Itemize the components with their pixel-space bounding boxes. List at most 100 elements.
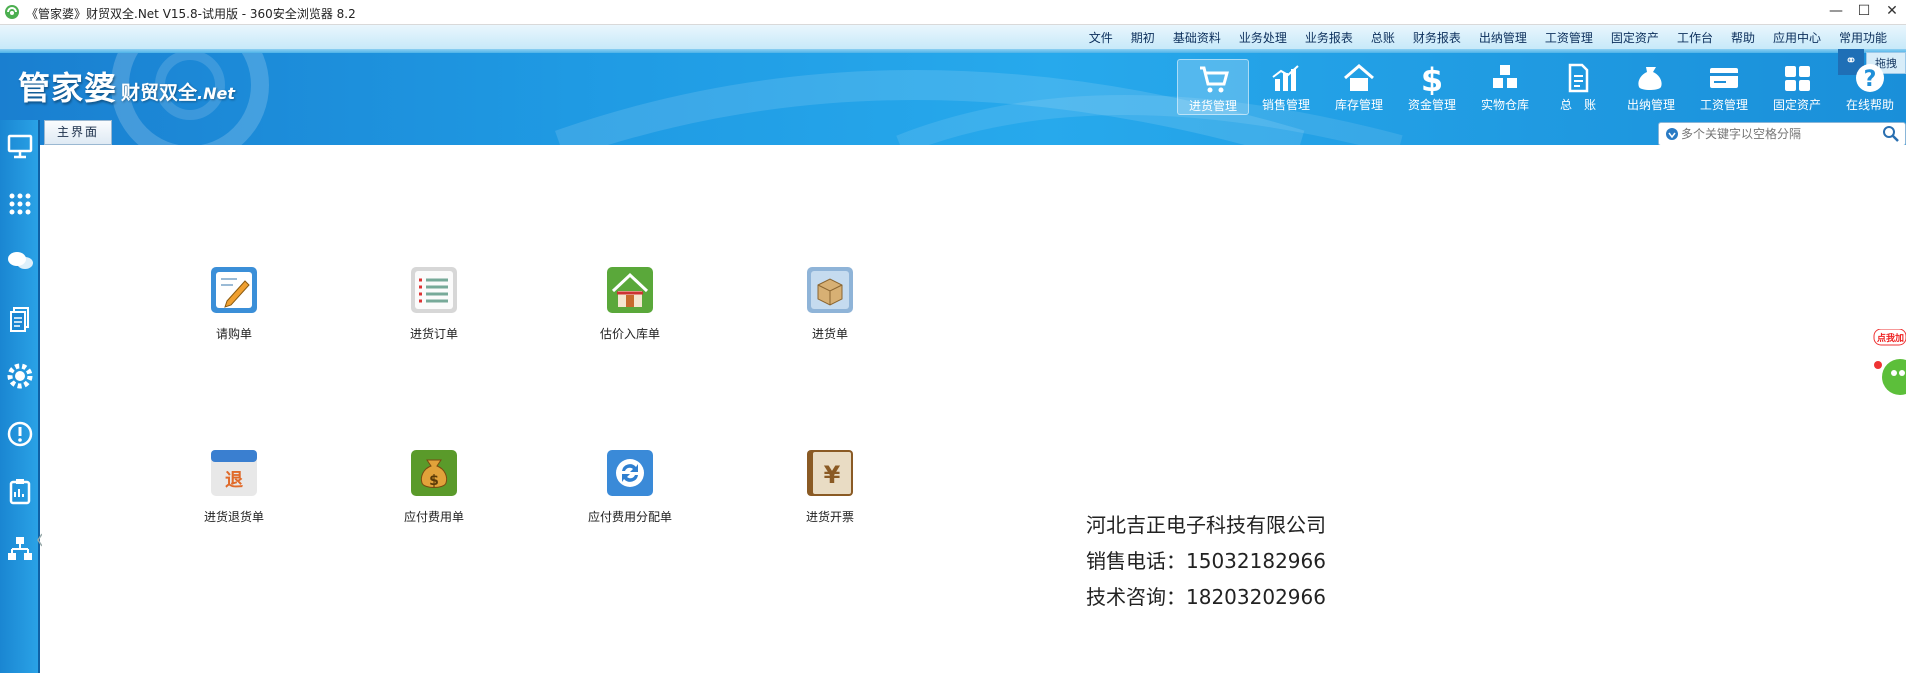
ledger-icon: [1568, 63, 1589, 93]
toolbar-button-label: 库存管理: [1334, 98, 1383, 112]
toolbar-button[interactable]: 固定资产: [1761, 59, 1833, 115]
brand-net: .Net: [197, 84, 235, 103]
app-header: 文件 期初 基础资料 业务处理 业务报表 总账 财务报表 出纳管理 工资管理 固定资产 工作台 帮助应…: [0, 25, 1906, 145]
function-tile[interactable]: 进货订单: [354, 265, 514, 342]
search-scope-icon[interactable]: [1665, 127, 1679, 141]
menu-item[interactable]: 常用功能: [1830, 29, 1896, 46]
toolbar-button[interactable]: 实物仓库: [1469, 59, 1541, 115]
money-bag-icon: [1638, 67, 1662, 90]
function-tile-label: 估价入库单: [599, 327, 660, 341]
cart-icon: [1200, 66, 1229, 93]
function-tile-label: 进货退货单: [203, 510, 264, 524]
chat-icon[interactable]: [4, 245, 36, 277]
svg-text:?: ?: [1864, 67, 1877, 92]
toolbar-button[interactable]: 销售管理: [1250, 59, 1322, 115]
support-phone: 技术咨询：18203202966: [1086, 585, 1326, 609]
function-tile[interactable]: 进货单: [750, 265, 910, 342]
svg-text:$: $: [1421, 61, 1443, 95]
clipboard-icon[interactable]: [4, 475, 36, 507]
menu-item[interactable]: 应用中心: [1764, 29, 1830, 46]
menu-item[interactable]: 固定资产: [1602, 29, 1668, 46]
menu-item[interactable]: 出纳管理: [1470, 29, 1536, 46]
apps-grid-icon[interactable]: [4, 188, 36, 220]
function-tile-label: 进货订单: [409, 327, 458, 341]
payable-bag-icon: $: [411, 450, 457, 496]
function-tile[interactable]: 退进货退货单: [154, 448, 314, 525]
menu-item[interactable]: 财务报表: [1404, 29, 1470, 46]
brand-logo: 管家婆 财贸双全.Net: [18, 63, 235, 109]
toolbar-button[interactable]: 进货管理: [1177, 59, 1249, 115]
function-tile[interactable]: 请购单: [154, 265, 314, 342]
menu-item[interactable]: 期初: [1122, 29, 1164, 46]
svg-text:退: 退: [225, 470, 243, 491]
function-tile[interactable]: ¥ 进货开票: [750, 448, 910, 525]
grid-icon: [1785, 66, 1810, 91]
toolbar-button-label: 固定资产: [1772, 98, 1821, 112]
sales-phone: 销售电话：15032182966: [1086, 549, 1326, 573]
warehouse-entry-icon: [607, 267, 653, 313]
maximize-button[interactable]: ☐: [1850, 0, 1878, 24]
title-bar: 《管家婆》财贸双全.Net V15.8-试用版 - 360安全浏览器 8.2 —…: [0, 0, 1906, 25]
search-input[interactable]: [1681, 125, 1871, 143]
documents-icon[interactable]: [4, 303, 36, 335]
main-content: 请购单 进货订单 估价入库单 进货单退进货退货单 $ 应付费用单 应付费用分配单 ¥ 进货开票: [42, 145, 1906, 673]
function-tile-label: 应付费用分配单: [587, 510, 672, 524]
allocation-refresh-icon: [607, 450, 653, 496]
toolbar-button[interactable]: 库存管理: [1323, 59, 1395, 115]
tab-main[interactable]: 主界面: [44, 120, 112, 145]
company-name: 河北吉正电子科技有限公司: [1086, 513, 1326, 537]
toolbar-button[interactable]: $ 资金管理: [1396, 59, 1468, 115]
return-icon: 退: [211, 450, 257, 496]
function-tile[interactable]: $ 应付费用单: [354, 448, 514, 525]
goods-box-icon: [807, 267, 853, 313]
toolbar-button-label: 实物仓库: [1480, 98, 1529, 112]
module-toolbar: 进货管理 销售管理 库存管理 $ 资金管理 实物仓库 总 账 出纳管理 工资管理 固定资产? 在线帮…: [1176, 59, 1906, 115]
menu-separator: [0, 49, 1906, 53]
toolbar-button[interactable]: ? 在线帮助: [1834, 59, 1906, 115]
toolbar-button[interactable]: 总 账: [1542, 59, 1614, 115]
network-icon[interactable]: [4, 533, 36, 565]
bar-chart-icon: [1272, 65, 1299, 91]
menu-item[interactable]: 总账: [1362, 29, 1404, 46]
request-form-icon: [211, 267, 257, 313]
close-button[interactable]: ✕: [1878, 0, 1906, 24]
dollar-icon: $: [1421, 61, 1443, 95]
svg-text:¥: ¥: [824, 461, 841, 489]
toolbar-button[interactable]: 工资管理: [1688, 59, 1760, 115]
toolbar-button-label: 出纳管理: [1626, 98, 1675, 112]
settings-icon[interactable]: [4, 360, 36, 392]
function-tile[interactable]: 应付费用分配单: [550, 448, 710, 525]
menu-item[interactable]: 帮助: [1722, 29, 1764, 46]
brand-main: 管家婆: [18, 69, 118, 107]
minimize-button[interactable]: —: [1822, 0, 1850, 24]
question-icon: ?: [1856, 64, 1884, 92]
left-sidebar: [0, 120, 40, 673]
menu-item[interactable]: 基础资料: [1164, 29, 1230, 46]
company-info: 河北吉正电子科技有限公司 销售电话：15032182966 技术咨询：18203…: [1086, 507, 1326, 615]
app-window: 《管家婆》财贸双全.Net V15.8-试用版 - 360安全浏览器 8.2 —…: [0, 0, 1906, 673]
invoice-book-icon: ¥: [807, 450, 853, 496]
toolbar-button-label: 在线帮助: [1845, 98, 1894, 112]
menu-item[interactable]: 工资管理: [1536, 29, 1602, 46]
menu-item[interactable]: 文件: [1080, 29, 1122, 46]
house-icon: [1344, 64, 1374, 91]
window-title: 《管家婆》财贸双全.Net V15.8-试用版 - 360安全浏览器 8.2: [26, 7, 356, 21]
menu-item[interactable]: 业务报表: [1296, 29, 1362, 46]
menu-bar: 文件 期初 基础资料 业务处理 业务报表 总账 财务报表 出纳管理 工资管理 固定资产 工作台 帮助应…: [0, 25, 1906, 49]
toolbar-button-label: 总 账: [1559, 98, 1596, 112]
search-icon[interactable]: [1881, 125, 1901, 143]
function-tile-label: 进货单: [811, 327, 848, 341]
floating-ad[interactable]: 点我加: [1870, 328, 1906, 419]
toolbar-button[interactable]: 出纳管理: [1615, 59, 1687, 115]
function-tile-label: 应付费用单: [403, 510, 464, 524]
function-tile[interactable]: 估价入库单: [550, 265, 710, 342]
function-tile-label: 进货开票: [805, 510, 854, 524]
toolbar-button-label: 工资管理: [1699, 98, 1748, 112]
menu-item[interactable]: 工作台: [1668, 29, 1722, 46]
alert-icon[interactable]: [4, 418, 36, 450]
toolbar-button-label: 进货管理: [1188, 99, 1237, 113]
toolbar-button-label: 销售管理: [1261, 98, 1310, 112]
floating-ad-label: 点我加: [1877, 334, 1905, 344]
monitor-icon[interactable]: [4, 130, 36, 162]
menu-item[interactable]: 业务处理: [1230, 29, 1296, 46]
